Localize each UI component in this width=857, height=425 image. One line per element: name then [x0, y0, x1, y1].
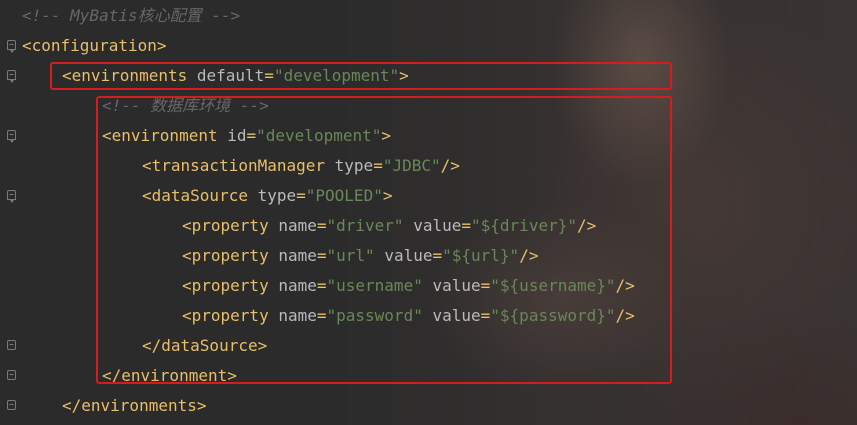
code-line[interactable]: <!-- MyBatis核心配置 --> — [22, 1, 240, 31]
fold-collapse-icon[interactable]: − — [7, 130, 16, 143]
fold-end-icon[interactable]: − — [7, 370, 16, 380]
fold-collapse-icon[interactable]: − — [7, 70, 16, 83]
highlight-box-environments — [50, 62, 672, 90]
fold-end-icon[interactable]: − — [7, 340, 16, 350]
code-token: <!-- MyBatis核心配置 --> — [22, 6, 241, 25]
code-line[interactable]: <configuration> — [22, 31, 167, 61]
code-token: </environments> — [62, 396, 207, 415]
highlight-box-environment — [96, 96, 672, 384]
code-line[interactable]: </environments> — [62, 391, 207, 421]
code-token: <configuration> — [22, 36, 167, 55]
fold-collapse-icon[interactable]: − — [7, 190, 16, 203]
editor-gutter: − − − − − − − — [0, 0, 22, 425]
fold-collapse-icon[interactable]: − — [7, 40, 16, 53]
fold-end-icon[interactable]: − — [7, 400, 16, 410]
